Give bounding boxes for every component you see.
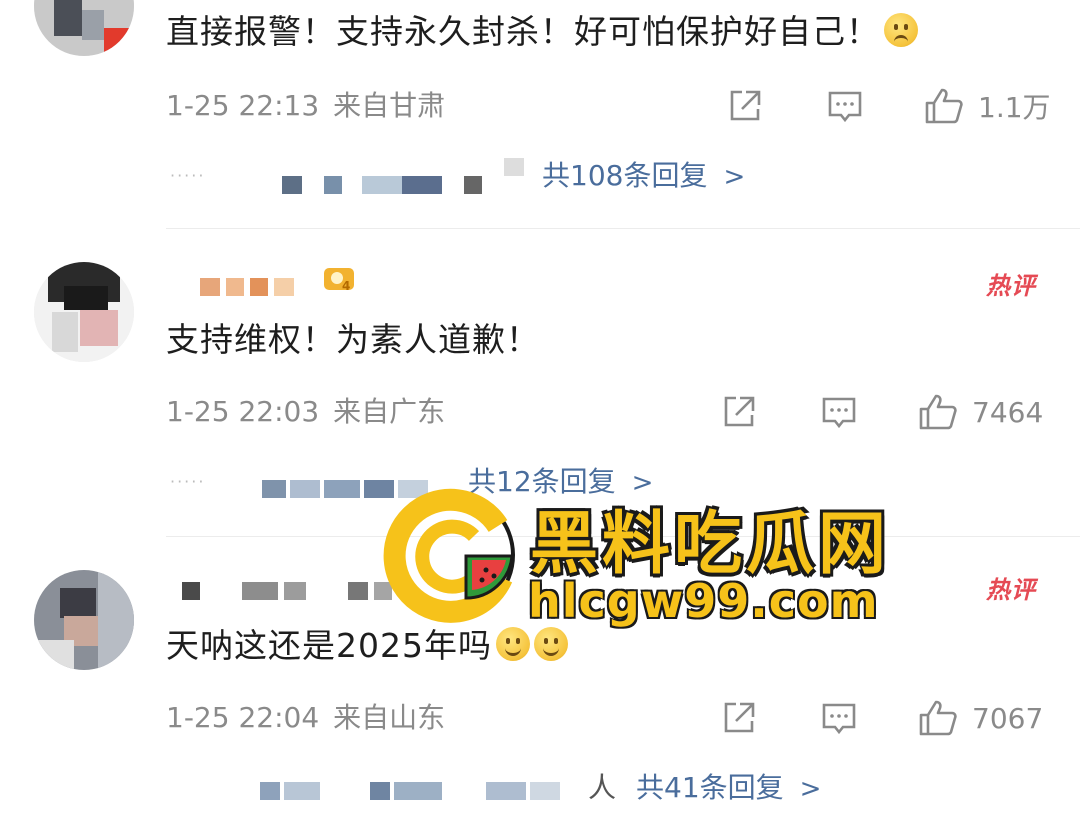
comment-text: 支持维权！为素人道歉！: [166, 320, 540, 359]
avatar[interactable]: [34, 0, 134, 56]
reply-count-text: 共108条回复: [542, 159, 708, 192]
avatar[interactable]: [34, 262, 134, 362]
share-button[interactable]: [720, 392, 758, 432]
view-replies-link[interactable]: 人 共41条回复 >: [588, 766, 821, 806]
comment-meta: 1-25 22:13 来自甘肃: [166, 86, 445, 126]
comment-meta: 1-25 22:04 来自山东: [166, 698, 445, 738]
share-button[interactable]: [726, 86, 764, 126]
reply-count-link[interactable]: 共108条回复 >: [542, 154, 745, 194]
reply-blur-dots: ·····: [170, 166, 206, 185]
blurred-reply-preview: [280, 158, 524, 196]
like-count: 7464: [972, 395, 1044, 429]
share-icon: [724, 702, 755, 733]
comment-divider: [166, 228, 1080, 229]
avatar[interactable]: [34, 570, 134, 670]
level-medal-icon: 4: [324, 268, 354, 292]
username-blurred: [182, 582, 398, 600]
chevron-right-icon: >: [723, 162, 746, 192]
thumbs-up-icon: [919, 700, 957, 736]
like-button[interactable]: 7067: [918, 698, 1043, 738]
view-replies-link[interactable]: 共108条回复 >: [542, 154, 745, 194]
comment-button[interactable]: [826, 86, 864, 126]
sad-face-emoji-icon: [884, 13, 918, 47]
chevron-right-icon: >: [799, 774, 822, 804]
comment-location: 来自山东: [333, 701, 446, 734]
watermark-title: 黑料吃瓜网: [530, 505, 891, 584]
hot-comment-badge: 热评: [986, 576, 1036, 604]
reply-author-suffix: 人: [588, 771, 617, 804]
like-button[interactable]: 1.1万: [924, 86, 1051, 126]
blurred-reply-preview: [250, 782, 590, 802]
watermark: 黑料吃瓜网 hlcgw99.com: [382, 478, 912, 648]
like-count: 7067: [972, 701, 1044, 735]
thumbs-up-icon: [925, 88, 963, 124]
comment-location: 来自甘肃: [333, 89, 446, 122]
reply-count-link[interactable]: 共41条回复 >: [636, 766, 821, 806]
share-icon: [724, 396, 755, 427]
hot-comment-badge: 热评: [986, 272, 1036, 300]
like-count: 1.1万: [978, 91, 1051, 124]
comment-icon: [822, 397, 856, 429]
share-icon: [730, 90, 761, 121]
comment-text-body: 直接报警！支持永久封杀！好可怕保护好自己！: [166, 12, 880, 51]
thumbs-up-icon: [919, 394, 957, 430]
reply-blur-dots: ·····: [170, 472, 206, 491]
comment-date: 1-25 22:04: [166, 701, 320, 734]
comment-location: 来自广东: [333, 395, 446, 428]
comment-date: 1-25 22:03: [166, 395, 320, 428]
comment-icon: [828, 91, 862, 123]
watermark-url: hlcgw99.com: [528, 574, 879, 628]
comment-meta: 1-25 22:03 来自广东: [166, 392, 445, 432]
username-blurred: [200, 278, 300, 296]
comment-icon: [822, 703, 856, 735]
comment-text: 直接报警！支持永久封杀！好可怕保护好自己！: [166, 10, 918, 54]
comment-button[interactable]: [820, 392, 858, 432]
reply-count-text: 共41条回复: [636, 771, 784, 804]
share-button[interactable]: [720, 698, 758, 738]
comment-date: 1-25 22:13: [166, 89, 320, 122]
comment-button[interactable]: [820, 698, 858, 738]
watermark-logo-icon: [383, 488, 515, 623]
like-button[interactable]: 7464: [918, 392, 1043, 432]
svg-text:4: 4: [342, 279, 350, 292]
